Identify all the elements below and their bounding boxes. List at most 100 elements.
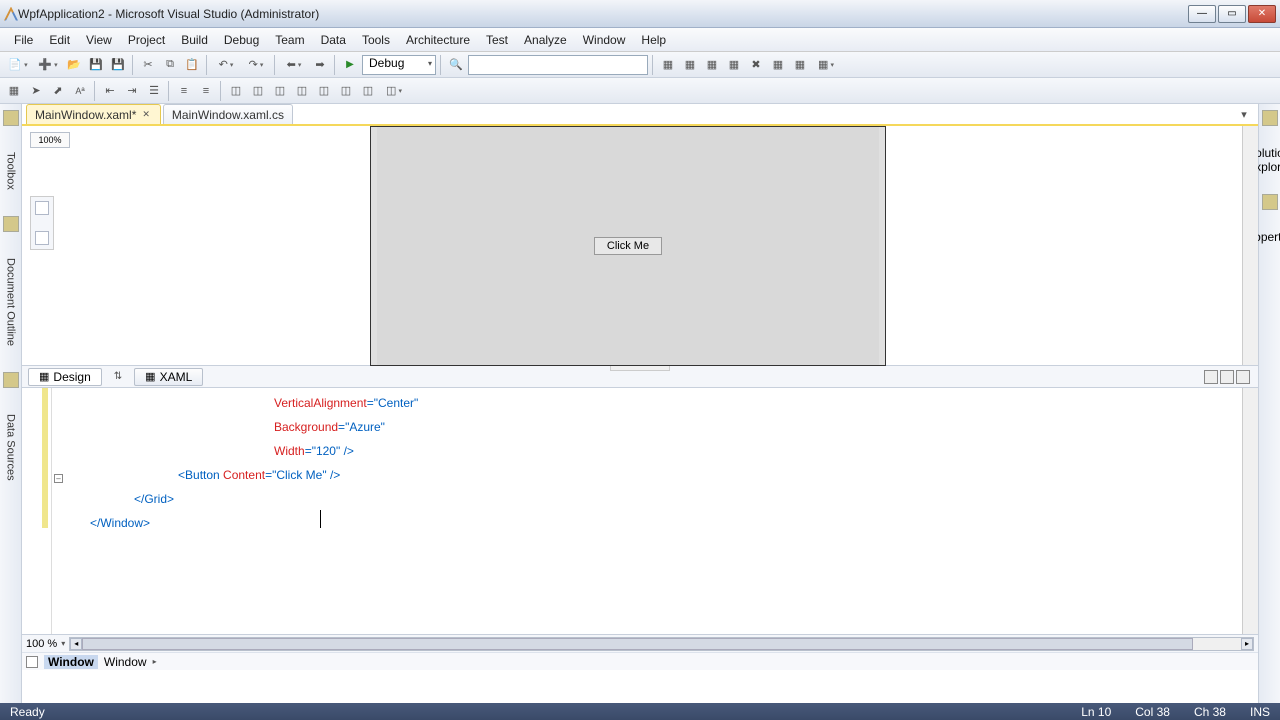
tb-g-icon[interactable]: ▦ xyxy=(790,55,810,75)
menu-window[interactable]: Window xyxy=(575,30,634,50)
wpf-button-clickme[interactable]: Click Me xyxy=(594,237,662,255)
redo-icon[interactable]: ↷ xyxy=(242,55,270,75)
breadcrumb-chevron-icon[interactable]: ▸ xyxy=(153,657,157,666)
tab-data-sources[interactable]: Data Sources xyxy=(3,408,19,487)
menu-edit[interactable]: Edit xyxy=(41,30,78,50)
maximize-button[interactable]: ▭ xyxy=(1218,5,1246,23)
find-dropdown[interactable] xyxy=(468,55,648,75)
add-item-icon[interactable]: ➕ xyxy=(34,55,62,75)
tb-d-icon[interactable]: ▦ xyxy=(724,55,744,75)
tb-f-icon[interactable]: ▦ xyxy=(768,55,788,75)
xaml-editor[interactable]: – VerticalAlignment="Center" Background=… xyxy=(22,388,1258,634)
wpf-grid[interactable]: Click Me xyxy=(377,127,879,365)
view-design-tab[interactable]: ▦ Design xyxy=(28,368,102,386)
bm-c-icon[interactable]: ◫ xyxy=(358,81,378,101)
menu-file[interactable]: File xyxy=(6,30,41,50)
properties-pin-icon[interactable] xyxy=(1262,194,1278,210)
pointer-icon[interactable]: ➤ xyxy=(26,81,46,101)
solution-explorer-pin-icon[interactable] xyxy=(1262,110,1278,126)
start-debug-icon[interactable]: ▶ xyxy=(340,55,360,75)
menu-data[interactable]: Data xyxy=(313,30,354,50)
paste-icon[interactable]: 📋 xyxy=(182,55,202,75)
menu-architecture[interactable]: Architecture xyxy=(398,30,478,50)
config-dropdown[interactable]: Debug xyxy=(362,55,436,75)
doctab-mainwindow-xaml[interactable]: MainWindow.xaml* ✕ xyxy=(26,104,161,124)
comment-icon[interactable]: ≡ xyxy=(174,81,194,101)
cut-icon[interactable]: ✂ xyxy=(138,55,158,75)
menu-analyze[interactable]: Analyze xyxy=(516,30,575,50)
snap-icon[interactable] xyxy=(35,231,49,245)
scroll-thumb[interactable] xyxy=(82,638,1193,650)
view-xaml-tab[interactable]: ▦ XAML xyxy=(134,368,203,386)
menu-team[interactable]: Team xyxy=(267,30,312,50)
menu-view[interactable]: View xyxy=(78,30,120,50)
save-icon[interactable]: 💾 xyxy=(86,55,106,75)
docoutline-pin-icon[interactable] xyxy=(3,216,19,232)
code-scrollbar[interactable] xyxy=(1242,388,1258,634)
breadcrumb-window-2[interactable]: Window xyxy=(104,655,147,669)
open-icon[interactable]: 📂 xyxy=(64,55,84,75)
toolbar-text: ▦ ➤ ⬈ Aª ⇤ ⇥ ☰ ≡ ≡ ◫ ◫ ◫ ◫ ◫ ◫ ◫ ◫ xyxy=(0,78,1280,104)
designer-scrollbar[interactable] xyxy=(1242,126,1258,365)
undo-icon[interactable]: ↶ xyxy=(212,55,240,75)
bm-prev-icon[interactable]: ◫ xyxy=(248,81,268,101)
pointer2-icon[interactable]: ⬈ xyxy=(48,81,68,101)
copy-icon[interactable]: ⧉ xyxy=(160,55,180,75)
zoom-chevron-icon[interactable]: ▾ xyxy=(61,639,65,648)
tab-toolbox[interactable]: Toolbox xyxy=(3,146,19,196)
bm-clear-icon[interactable]: ◫ xyxy=(336,81,356,101)
tb-c-icon[interactable]: ▦ xyxy=(702,55,722,75)
menu-debug[interactable]: Debug xyxy=(216,30,267,50)
tb-e-icon[interactable]: ✖ xyxy=(746,55,766,75)
indent-dec-icon[interactable]: ⇤ xyxy=(100,81,120,101)
indent-inc-icon[interactable]: ⇥ xyxy=(122,81,142,101)
bm-next-icon[interactable]: ◫ xyxy=(270,81,290,101)
tab-document-outline[interactable]: Document Outline xyxy=(3,252,19,352)
save-all-icon[interactable]: 💾 xyxy=(108,55,128,75)
scroll-left-icon[interactable]: ◂ xyxy=(70,638,82,650)
wpf-preview-window[interactable]: Click Me xyxy=(370,126,886,366)
nav-fwd-icon[interactable]: ➡ xyxy=(310,55,330,75)
bm-a-icon[interactable]: ◫ xyxy=(292,81,312,101)
tb-a-icon[interactable]: ▦ xyxy=(658,55,678,75)
scroll-right-icon[interactable]: ▸ xyxy=(1241,638,1253,650)
uncomment-icon[interactable]: ≡ xyxy=(196,81,216,101)
new-project-icon[interactable]: 📄 xyxy=(4,55,32,75)
tb-b-icon[interactable]: ▦ xyxy=(680,55,700,75)
menu-build[interactable]: Build xyxy=(173,30,216,50)
split-horiz-icon[interactable] xyxy=(1220,370,1234,384)
bm-b-icon[interactable]: ◫ xyxy=(314,81,334,101)
minimize-button[interactable]: — xyxy=(1188,5,1216,23)
zoom-indicator[interactable]: 100% xyxy=(30,132,70,148)
bookmark-icon[interactable]: ◫ xyxy=(226,81,246,101)
split-vert-icon[interactable] xyxy=(1204,370,1218,384)
find-icon[interactable]: 🔍 xyxy=(446,55,466,75)
menu-tools[interactable]: Tools xyxy=(354,30,398,50)
designer-pane[interactable]: 100% Click Me xyxy=(22,126,1258,366)
obj-icon[interactable]: ▦ xyxy=(4,81,24,101)
split-collapse-icon[interactable] xyxy=(1236,370,1250,384)
split-handle[interactable] xyxy=(610,366,670,371)
close-tab-icon[interactable]: ✕ xyxy=(140,109,152,120)
datasources-pin-icon[interactable] xyxy=(3,372,19,388)
fold-icon[interactable]: – xyxy=(54,474,63,483)
doctab-mainwindow-cs[interactable]: MainWindow.xaml.cs xyxy=(163,104,293,124)
menu-help[interactable]: Help xyxy=(633,30,674,50)
zoom-percent[interactable]: 100 % xyxy=(26,638,57,650)
close-button[interactable]: ✕ xyxy=(1248,5,1276,23)
status-ch: Ch 38 xyxy=(1194,705,1226,719)
nav-back-icon[interactable]: ⬅ xyxy=(280,55,308,75)
outdent-icon[interactable]: ☰ xyxy=(144,81,164,101)
menu-test[interactable]: Test xyxy=(478,30,516,50)
swap-panes-icon[interactable]: ⇅ xyxy=(108,371,128,382)
tb-h-icon[interactable]: ▦ xyxy=(812,55,840,75)
toolbox-pin-icon[interactable] xyxy=(3,110,19,126)
tabs-dropdown-icon[interactable]: ▾ xyxy=(1234,104,1254,124)
element-icon[interactable] xyxy=(26,656,38,668)
effects-icon[interactable] xyxy=(35,201,49,215)
aa-icon[interactable]: Aª xyxy=(70,81,90,101)
breadcrumb-window[interactable]: Window xyxy=(44,655,98,669)
horizontal-scrollbar[interactable]: ◂ ▸ xyxy=(69,637,1254,651)
bm-d-icon[interactable]: ◫ xyxy=(380,81,408,101)
menu-project[interactable]: Project xyxy=(120,30,173,50)
